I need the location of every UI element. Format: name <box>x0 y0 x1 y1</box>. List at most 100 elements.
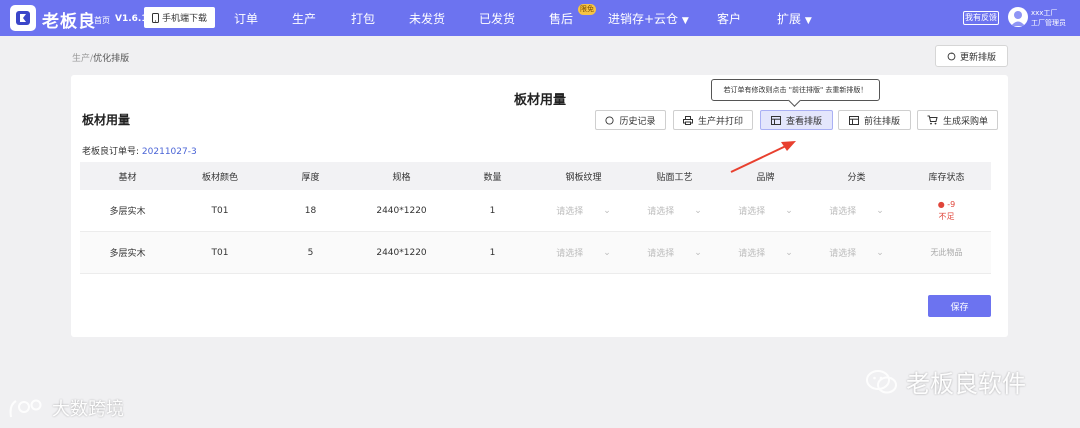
cell-thickness: 5 <box>307 247 314 258</box>
header-veneer: 贴面工艺 <box>656 172 693 183</box>
breadcrumb: 生产/优化排版 <box>72 51 129 64</box>
mobile-download-button[interactable]: 手机端下载 <box>144 7 215 28</box>
factory-name: xxx工厂 <box>1031 9 1058 17</box>
order-number-row: 老板良订单号: 20211027-3 <box>82 144 197 157</box>
history-button-label: 历史记录 <box>619 116 656 127</box>
produce-print-button[interactable]: 生产并打印 <box>673 110 753 130</box>
nav-item-orders[interactable]: 订单 <box>234 10 258 27</box>
refresh-layout-label: 更新排版 <box>959 52 996 63</box>
header-stock-status: 库存状态 <box>928 172 965 183</box>
nav-item-production[interactable]: 生产 <box>292 10 316 27</box>
go-layout-label: 前往排版 <box>863 116 900 127</box>
steel-texture-select[interactable]: 请选择 ⌄ <box>538 246 629 260</box>
watermark-right-text: 老板良软件 <box>906 370 1026 398</box>
nav-item-extensions[interactable]: 扩展 ▼ <box>777 10 812 27</box>
chevron-down-icon: ⌄ <box>603 205 611 216</box>
header-base: 基材 <box>118 172 137 183</box>
avatar[interactable] <box>1008 7 1028 27</box>
cell-qty: 1 <box>489 247 496 258</box>
nav-item-shipped[interactable]: 已发货 <box>479 10 515 27</box>
cell-base: 多层实木 <box>109 207 146 217</box>
feedback-button[interactable]: 我有反馈 <box>963 11 999 25</box>
order-number-link[interactable]: 20211027-3 <box>142 147 197 157</box>
refresh-layout-button[interactable]: 更新排版 <box>935 45 1008 67</box>
nav-item-customers[interactable]: 客户 <box>717 10 741 27</box>
nav-item-inventory-cloud-label: 进销存+云仓 <box>608 12 679 26</box>
save-button[interactable]: 保存 <box>928 295 991 317</box>
nav-item-extensions-label: 扩展 <box>777 12 802 26</box>
top-navigation-bar: 老板良 首页 V1.6.1 手机端下载 订单 生产 打包 未发货 已发货 售后 … <box>0 0 1080 36</box>
header-category: 分类 <box>847 172 866 183</box>
material-table: 基材 板材颜色 厚度 规格 数量 钢板纹理 贴面工艺 品牌 分类 库存状态 多层… <box>80 162 991 274</box>
select-placeholder: 请选择 <box>556 249 584 259</box>
layout-icon <box>770 115 781 125</box>
nav-item-packing[interactable]: 打包 <box>351 10 375 27</box>
breadcrumb-parent[interactable]: 生产 <box>72 54 90 64</box>
logo-icon <box>16 11 30 25</box>
wechat-icon <box>866 369 897 393</box>
select-placeholder: 请选择 <box>738 207 766 217</box>
nav-item-unshipped[interactable]: 未发货 <box>409 10 445 27</box>
order-number-label: 老板良订单号: <box>82 147 140 157</box>
table-header: 基材 板材颜色 厚度 规格 数量 钢板纹理 贴面工艺 品牌 分类 库存状态 <box>80 162 991 190</box>
cart-icon <box>927 115 938 125</box>
veneer-select[interactable]: 请选择 ⌄ <box>629 246 720 260</box>
cell-color: T01 <box>211 205 229 216</box>
cell-color: T01 <box>211 247 229 258</box>
chevron-down-icon: ⌄ <box>603 247 611 258</box>
brand-name: 老板良 <box>42 12 96 32</box>
header-thickness: 厚度 <box>301 172 320 183</box>
version-label: V1.6.1 <box>115 14 148 24</box>
nav-item-inventory-cloud[interactable]: 进销存+云仓 ▼ <box>608 10 689 27</box>
chevron-down-icon: ⌄ <box>694 205 702 216</box>
header-steel-texture: 钢板纹理 <box>565 172 602 183</box>
user-role: 工厂管理员 <box>1031 19 1066 27</box>
chevron-down-icon: ⌄ <box>876 247 884 258</box>
steel-texture-select[interactable]: 请选择 ⌄ <box>538 204 629 218</box>
cell-base: 多层实木 <box>109 249 146 259</box>
brand-select[interactable]: 请选择 ⌄ <box>720 204 811 218</box>
select-placeholder: 请选择 <box>829 207 857 217</box>
chevron-down-icon: ⌄ <box>694 247 702 258</box>
printer-icon <box>682 115 693 125</box>
go-layout-button[interactable]: 前往排版 <box>838 110 911 130</box>
select-placeholder: 请选择 <box>738 249 766 259</box>
generate-purchase-order-label: 生成采购单 <box>942 116 988 127</box>
stock-status-cell: ● -9 不足 <box>902 199 991 223</box>
home-link[interactable]: 首页 <box>94 15 110 26</box>
refresh-icon <box>947 51 956 60</box>
brand-select[interactable]: 请选择 ⌄ <box>720 246 811 260</box>
select-placeholder: 请选择 <box>647 207 675 217</box>
cell-qty: 1 <box>489 205 496 216</box>
app-logo[interactable] <box>10 5 36 31</box>
veneer-select[interactable]: 请选择 ⌄ <box>629 204 720 218</box>
view-layout-label: 查看排版 <box>785 116 822 127</box>
generate-purchase-order-button[interactable]: 生成采购单 <box>917 110 998 130</box>
nav-item-after-sales[interactable]: 售后 <box>549 10 573 27</box>
table-row: 多层实木 T01 18 2440*1220 1 请选择 ⌄ 请选择 ⌄ 请选择 ⌄ 请… <box>80 190 991 232</box>
header-spec: 规格 <box>392 172 411 183</box>
select-placeholder: 请选择 <box>556 207 584 217</box>
mobile-download-label: 手机端下载 <box>161 14 207 24</box>
chevron-down-icon: ▼ <box>804 16 812 26</box>
chevron-down-icon: ▼ <box>681 16 689 26</box>
watermark-left: 大数跨境 <box>8 395 124 421</box>
category-select[interactable]: 请选择 ⌄ <box>811 204 902 218</box>
history-button[interactable]: 历史记录 <box>595 110 666 130</box>
header-qty: 数量 <box>483 172 502 183</box>
select-placeholder: 请选择 <box>647 249 675 259</box>
header-color: 板材颜色 <box>201 172 238 183</box>
page-title: 板材用量 <box>514 93 567 108</box>
clock-icon <box>605 115 615 125</box>
breadcrumb-current: 优化排版 <box>93 54 130 64</box>
stock-shortage-value: ● -9 <box>937 199 956 209</box>
view-layout-button[interactable]: 查看排版 <box>760 110 833 130</box>
cell-spec: 2440*1220 <box>376 247 427 258</box>
phone-icon <box>151 12 159 23</box>
watermark-logo-icon <box>9 399 42 418</box>
watermark-left-text: 大数跨境 <box>52 399 124 420</box>
chevron-down-icon: ⌄ <box>785 205 793 216</box>
user-icon <box>1011 11 1025 26</box>
category-select[interactable]: 请选择 ⌄ <box>811 246 902 260</box>
chevron-down-icon: ⌄ <box>785 247 793 258</box>
